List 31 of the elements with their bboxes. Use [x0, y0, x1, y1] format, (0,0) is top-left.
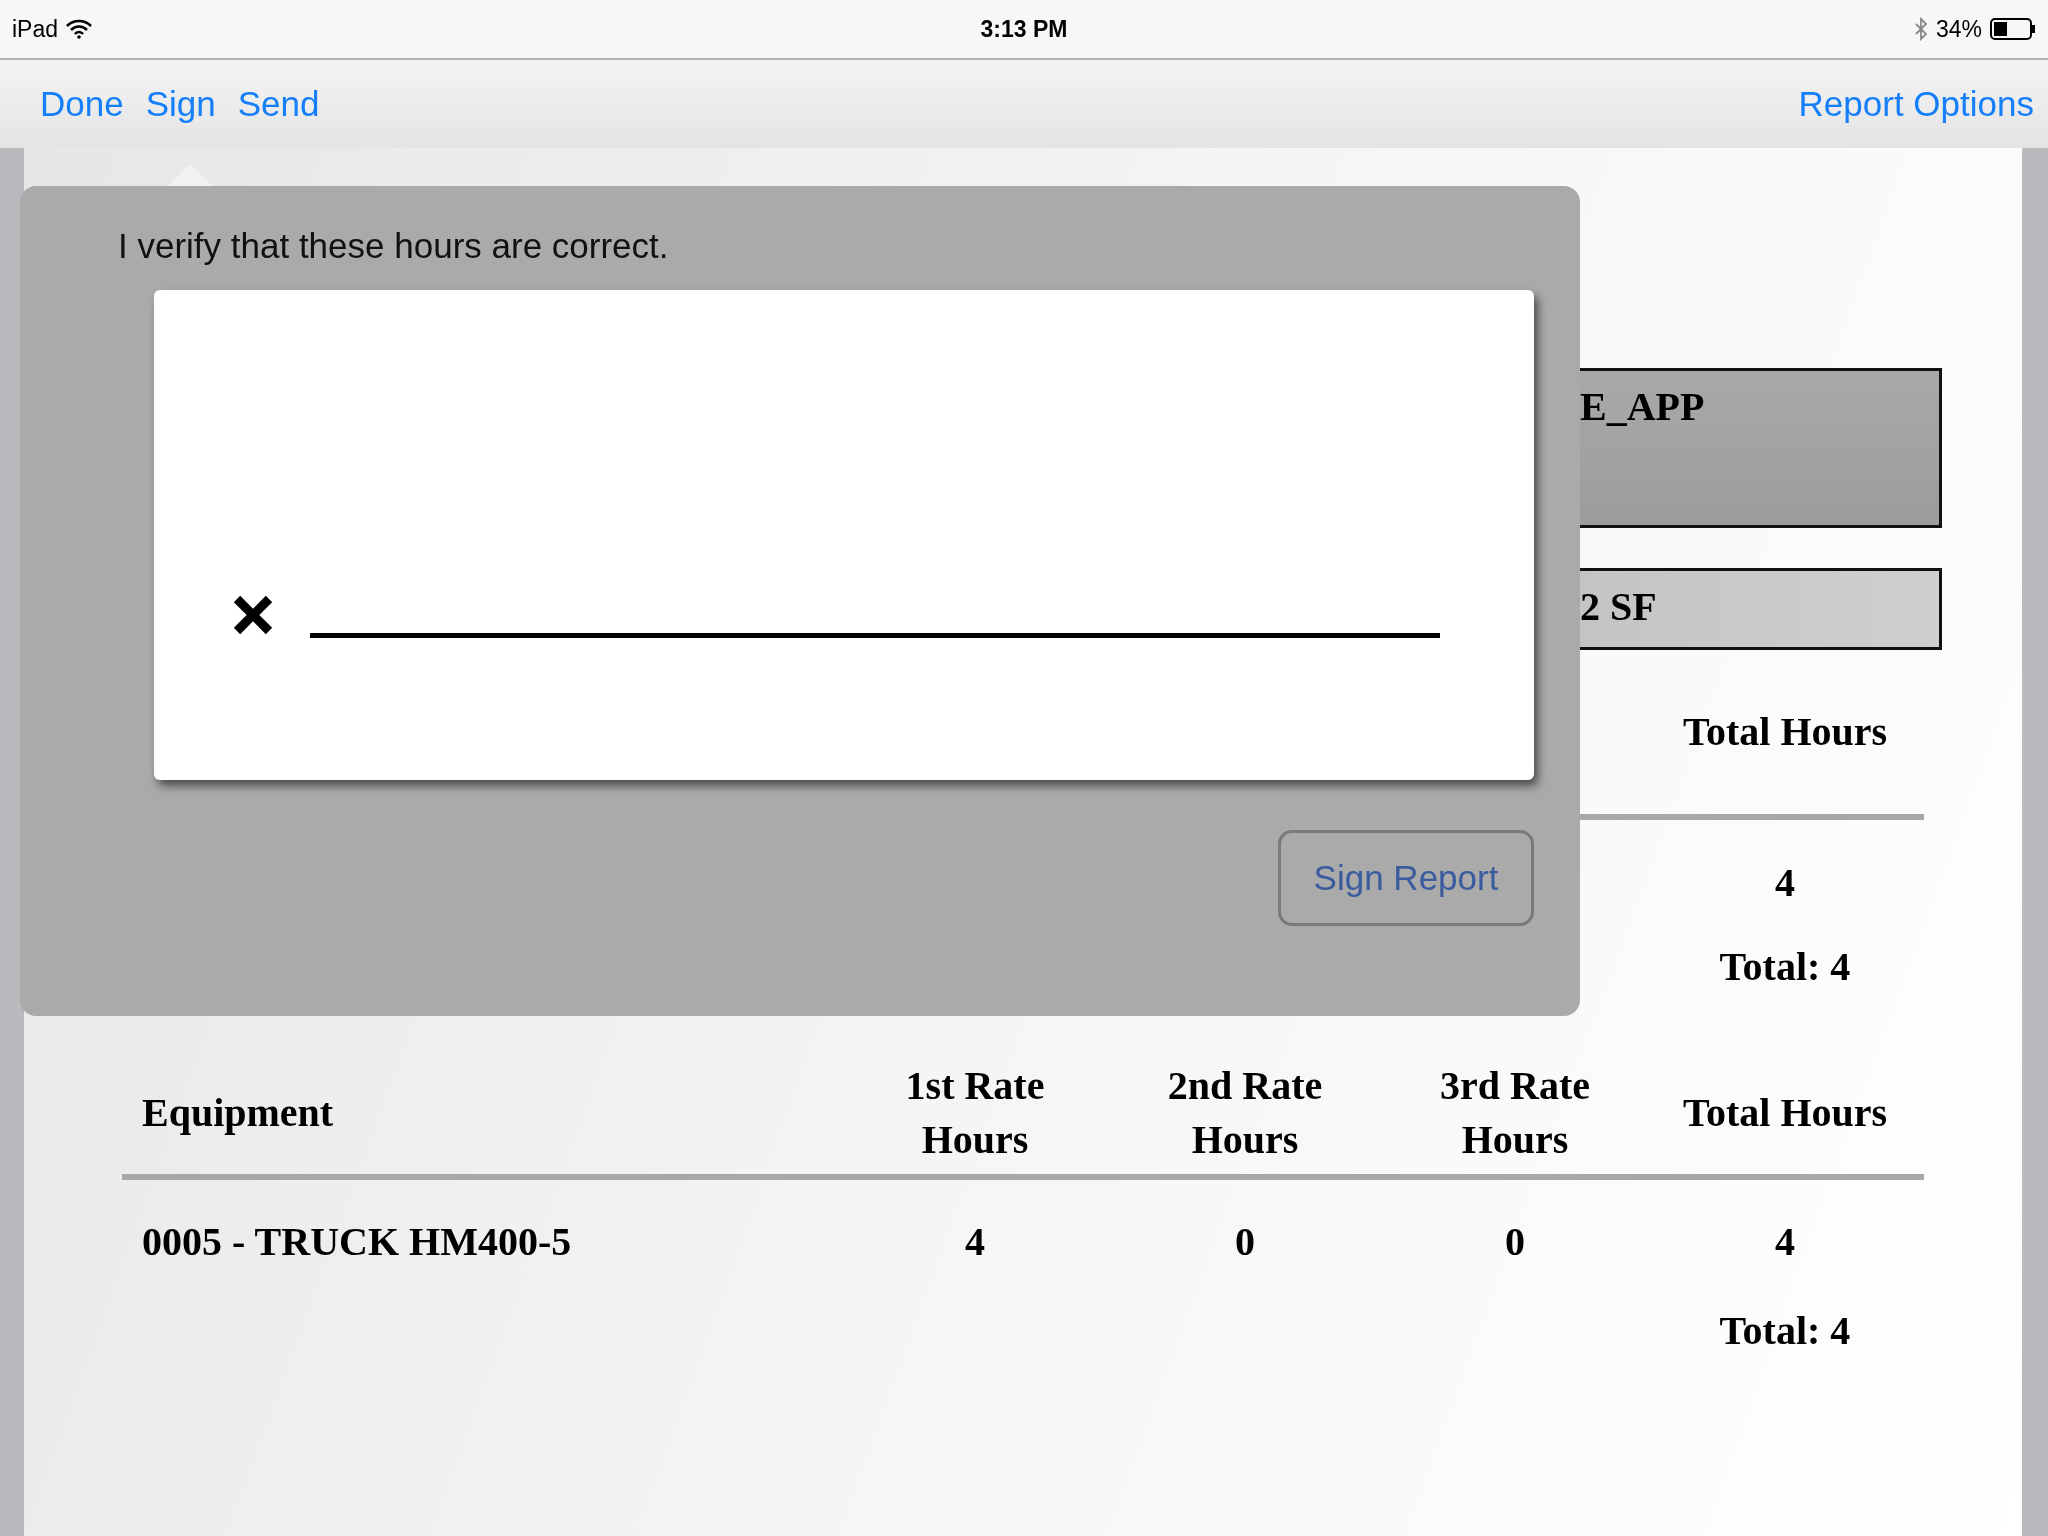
report-options-button[interactable]: Report Options — [1798, 84, 2034, 124]
table-cell-text: 4 — [1774, 859, 1796, 907]
column-header: Equipment — [141, 1089, 335, 1137]
column-header: 2nd Rate Hours — [1166, 1062, 1324, 1164]
wifi-icon — [66, 19, 93, 39]
column-header: Total Hours — [1681, 708, 1889, 756]
cross-icon — [232, 594, 274, 636]
nav-button[interactable]: Send — [237, 84, 320, 124]
clock: 3:13 PM — [980, 15, 1068, 43]
summary-box: 2 SF — [1580, 568, 1942, 650]
popover-arrow — [168, 164, 212, 186]
device-name: iPad — [12, 15, 59, 43]
column-header: Total Hours — [1681, 1089, 1889, 1137]
battery-percent: 34% — [1935, 15, 1982, 43]
table-cell-text: 0005 - TRUCK HM400-5 — [141, 1218, 573, 1266]
battery-icon — [1990, 18, 2036, 40]
table-cell-text: 0 — [1504, 1218, 1526, 1266]
total-label: Total: 4 — [1718, 943, 1852, 991]
table-cell-text: 4 — [1774, 1218, 1796, 1266]
verification-text: I verify that these hours are correct. — [118, 226, 670, 266]
total-label: Total: 4 — [1718, 1307, 1852, 1355]
column-header: 1st Rate Hours — [904, 1062, 1046, 1164]
bluetooth-icon — [1913, 17, 1928, 41]
nav-button[interactable]: Done — [40, 84, 124, 124]
sign-report-button[interactable]: Sign Report — [1278, 830, 1534, 926]
table-cell-text: 0 — [1234, 1218, 1256, 1266]
signature-pad[interactable] — [154, 290, 1534, 780]
summary-box: E_APP — [1580, 368, 1942, 528]
column-header: 3rd Rate Hours — [1439, 1062, 1591, 1164]
table-cell-text: 4 — [964, 1218, 986, 1266]
nav-button[interactable]: Sign — [145, 84, 216, 124]
